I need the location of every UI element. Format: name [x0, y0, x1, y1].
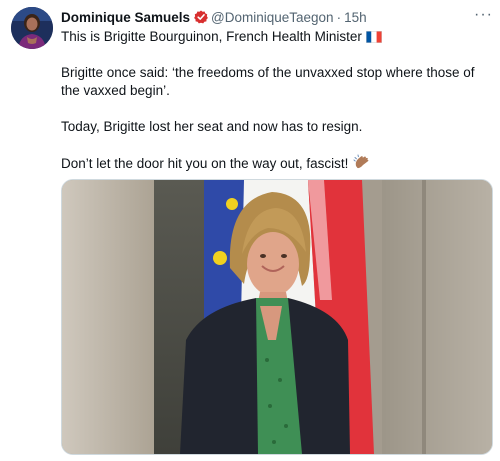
tweet[interactable]: Dominique Samuels @DominiqueTaegon · 15h…	[0, 0, 500, 461]
tweet-text-2: Brigitte once said: ‘the freedoms of the…	[61, 65, 475, 98]
tweet-text-3: Today, Brigitte lost her seat and now ha…	[61, 119, 363, 134]
tweet-text-4: Don’t let the door hit you on the way ou…	[61, 156, 349, 171]
france-flag-icon	[365, 30, 382, 43]
waving-hand-icon	[352, 154, 370, 172]
tweet-text-line-4: Don’t let the door hit you on the way ou…	[61, 154, 493, 173]
tweet-text-line-1: This is Brigitte Bourguinon, French Heal…	[61, 28, 493, 46]
verified-badge-icon	[194, 10, 208, 24]
separator-dot: ·	[336, 9, 342, 25]
more-options-icon[interactable]: ···	[474, 7, 493, 23]
tweet-content: Dominique Samuels @DominiqueTaegon · 15h…	[61, 7, 493, 173]
photo-image	[62, 180, 492, 454]
tweet-photo[interactable]	[61, 179, 493, 455]
author-name[interactable]: Dominique Samuels	[61, 10, 190, 25]
tweet-timestamp[interactable]: 15h	[344, 10, 367, 25]
avatar[interactable]	[11, 7, 53, 49]
avatar-image	[11, 7, 53, 49]
tweet-header: Dominique Samuels @DominiqueTaegon · 15h…	[61, 7, 493, 26]
author-handle[interactable]: @DominiqueTaegon	[211, 10, 334, 25]
tweet-text-1: This is Brigitte Bourguinon, French Heal…	[61, 29, 362, 44]
